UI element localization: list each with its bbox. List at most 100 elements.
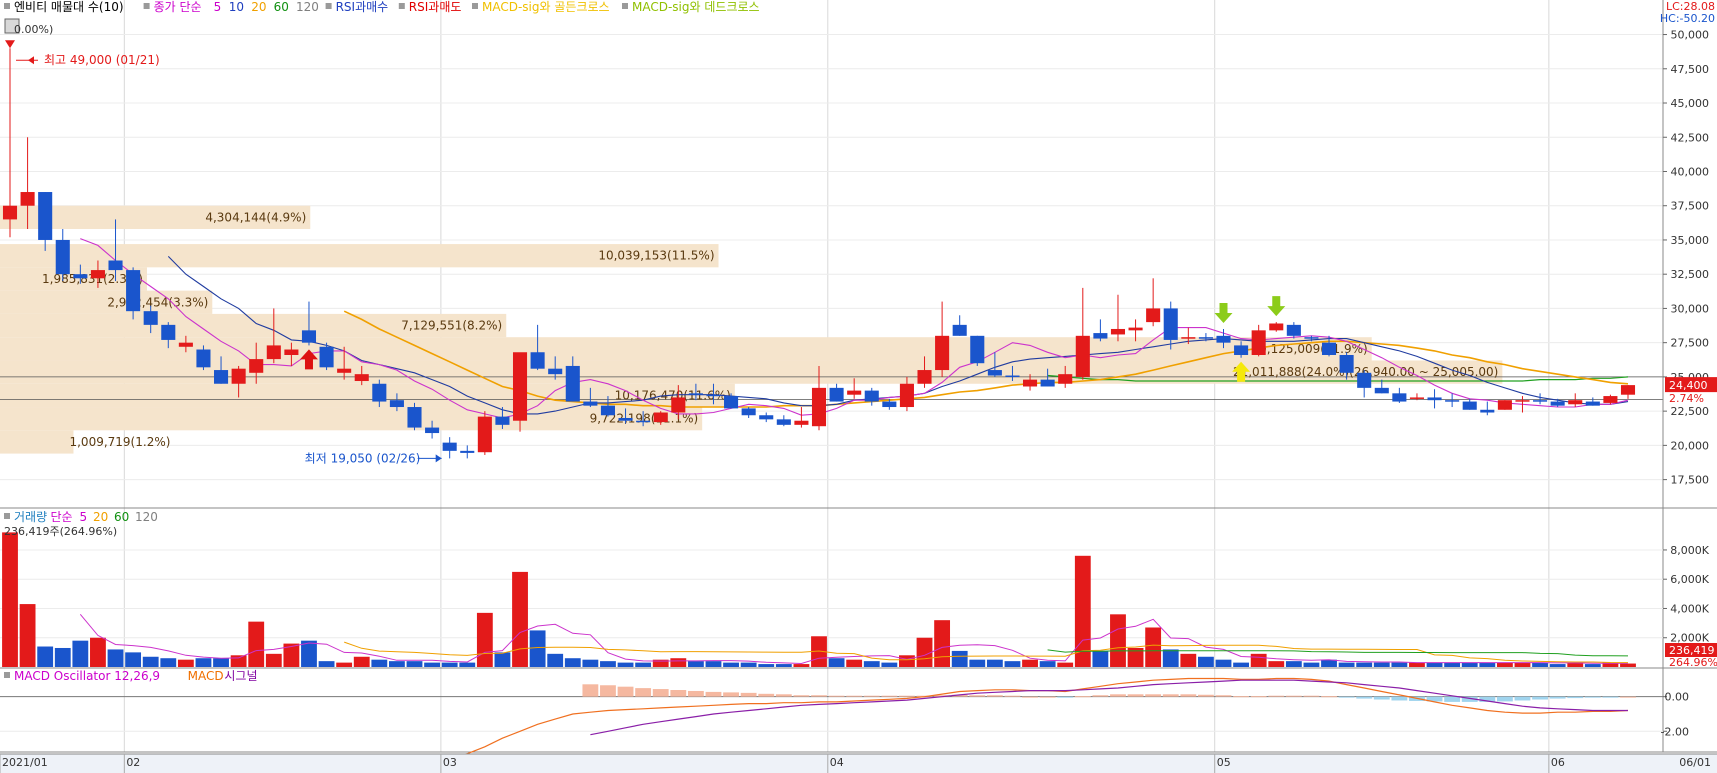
candle-body[interactable] bbox=[20, 192, 35, 206]
volume-bar[interactable] bbox=[19, 604, 36, 667]
candle-body[interactable] bbox=[1023, 379, 1038, 387]
candle-body[interactable] bbox=[1321, 342, 1337, 355]
candle-body[interactable] bbox=[1374, 387, 1389, 394]
volume-bar[interactable] bbox=[740, 662, 757, 667]
candle-body[interactable] bbox=[407, 407, 422, 428]
volume-bar[interactable] bbox=[248, 621, 265, 667]
candle-body[interactable] bbox=[917, 370, 932, 384]
candle-body[interactable] bbox=[987, 370, 1002, 376]
volume-bar[interactable] bbox=[424, 662, 441, 667]
candle-body[interactable] bbox=[372, 383, 387, 402]
candle-body[interactable] bbox=[1339, 354, 1354, 373]
candle-body[interactable] bbox=[741, 408, 756, 416]
volume-bar[interactable] bbox=[617, 662, 634, 667]
candle-body[interactable] bbox=[38, 192, 53, 240]
volume-bar[interactable] bbox=[2, 532, 18, 667]
candle-body[interactable] bbox=[1392, 393, 1407, 402]
volume-bar[interactable] bbox=[177, 659, 194, 667]
volume-bar[interactable] bbox=[1268, 661, 1285, 667]
volume-bar[interactable] bbox=[1461, 662, 1478, 667]
volume-bar[interactable] bbox=[318, 661, 335, 667]
volume-bar[interactable] bbox=[1215, 659, 1232, 667]
volume-bar[interactable] bbox=[600, 661, 616, 667]
volume-bar[interactable] bbox=[107, 649, 124, 667]
volume-bar[interactable] bbox=[353, 656, 370, 667]
volume-bar[interactable] bbox=[635, 662, 652, 667]
candle-body[interactable] bbox=[73, 274, 88, 279]
volume-bar[interactable] bbox=[406, 661, 423, 667]
volume-bar[interactable] bbox=[969, 659, 986, 667]
candle-body[interactable] bbox=[266, 345, 281, 360]
candle-body[interactable] bbox=[1620, 385, 1636, 395]
candle-body[interactable] bbox=[759, 415, 774, 420]
volume-bar[interactable] bbox=[1496, 662, 1513, 667]
candle-body[interactable] bbox=[425, 427, 440, 434]
volume-bar[interactable] bbox=[846, 659, 863, 667]
volume-bar[interactable] bbox=[775, 664, 792, 667]
volume-bar[interactable] bbox=[1092, 650, 1109, 667]
candle-body[interactable] bbox=[583, 401, 598, 406]
candle-body[interactable] bbox=[1269, 323, 1284, 331]
volume-bar[interactable] bbox=[793, 664, 810, 667]
volume-bar[interactable] bbox=[670, 658, 687, 667]
candle-body[interactable] bbox=[284, 349, 299, 355]
volume-bar[interactable] bbox=[1303, 662, 1320, 667]
candle-body[interactable] bbox=[829, 387, 844, 402]
volume-bar[interactable] bbox=[723, 662, 739, 667]
candle-body[interactable] bbox=[1198, 337, 1213, 339]
candle-body[interactable] bbox=[143, 311, 158, 325]
volume-bar[interactable] bbox=[881, 662, 898, 667]
volume-bar[interactable] bbox=[265, 653, 282, 667]
volume-bar[interactable] bbox=[582, 659, 599, 667]
candle-body[interactable] bbox=[161, 324, 176, 340]
candle-body[interactable] bbox=[126, 270, 141, 312]
candle-body[interactable] bbox=[442, 442, 457, 451]
volume-bar[interactable] bbox=[828, 658, 845, 667]
candle-body[interactable] bbox=[671, 397, 686, 413]
volume-bar[interactable] bbox=[1584, 664, 1601, 667]
volume-bar[interactable] bbox=[1321, 659, 1337, 667]
volume-bar[interactable] bbox=[72, 640, 89, 667]
volume-bar[interactable] bbox=[476, 612, 493, 667]
candle-body[interactable] bbox=[1093, 333, 1108, 339]
candle-body[interactable] bbox=[231, 368, 246, 384]
volume-bar[interactable] bbox=[1426, 662, 1443, 667]
volume-bar[interactable] bbox=[142, 656, 159, 667]
candle-body[interactable] bbox=[55, 239, 70, 275]
volume-bar[interactable] bbox=[899, 655, 915, 667]
candle-body[interactable] bbox=[354, 374, 369, 382]
candle-body[interactable] bbox=[688, 393, 703, 395]
volume-bar[interactable] bbox=[160, 658, 177, 667]
candle-body[interactable] bbox=[337, 368, 352, 373]
volume-bar[interactable] bbox=[1039, 661, 1056, 667]
volume-bar[interactable] bbox=[1233, 662, 1250, 667]
candle-body[interactable] bbox=[1286, 324, 1301, 336]
candle-body[interactable] bbox=[1445, 400, 1460, 402]
candle-body[interactable] bbox=[1304, 337, 1319, 339]
volume-bar[interactable] bbox=[230, 655, 247, 667]
volume-bar[interactable] bbox=[564, 658, 581, 667]
candle-body[interactable] bbox=[1603, 396, 1618, 403]
candle-body[interactable] bbox=[864, 390, 879, 402]
candle-body[interactable] bbox=[899, 383, 914, 408]
volume-bar[interactable] bbox=[1145, 627, 1162, 667]
candle-body[interactable] bbox=[512, 352, 528, 421]
volume-bar[interactable] bbox=[213, 658, 229, 667]
candle-body[interactable] bbox=[706, 394, 721, 397]
volume-bar[interactable] bbox=[1338, 662, 1355, 667]
volume-bar[interactable] bbox=[1391, 662, 1408, 667]
candle-body[interactable] bbox=[178, 342, 193, 347]
volume-bar[interactable] bbox=[90, 637, 106, 667]
candle-body[interactable] bbox=[1585, 401, 1600, 406]
volume-bar[interactable] bbox=[441, 662, 458, 667]
chart-container[interactable]: 4,304,144(4.9%) 10,039,153(11.5%) 1,985,83… bbox=[0, 0, 1717, 773]
candle-body[interactable] bbox=[1409, 397, 1424, 399]
candle-body[interactable] bbox=[1568, 400, 1583, 405]
candle-body[interactable] bbox=[548, 368, 563, 375]
volume-bar[interactable] bbox=[1409, 662, 1425, 667]
volume-bar[interactable] bbox=[986, 659, 1003, 667]
volume-bar[interactable] bbox=[1197, 656, 1214, 667]
candle-body[interactable] bbox=[1146, 308, 1161, 323]
candle-body[interactable] bbox=[1058, 374, 1073, 384]
candle-body[interactable] bbox=[460, 450, 475, 453]
